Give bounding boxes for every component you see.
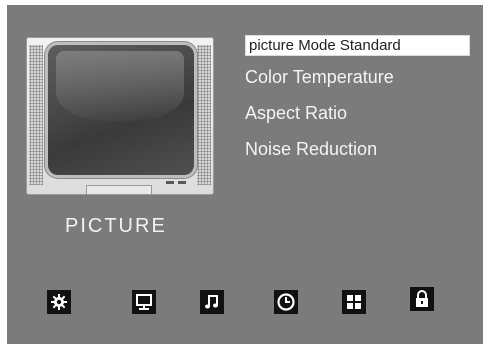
menu-item-noise-reduction[interactable]: Noise Reduction [245,138,377,160]
tv-button [166,181,174,184]
menu-item-color-temperature[interactable]: Color Temperature [245,66,394,88]
menu-item-aspect-ratio[interactable]: Aspect Ratio [245,102,347,124]
osd-screen: PICTURE picture Mode Standard Color Temp… [7,5,483,344]
tv-button [178,181,186,184]
tv-controls [48,180,194,192]
bottom-menu-bar [7,287,483,320]
menu-item-picture-mode[interactable]: picture Mode Standard [245,35,470,56]
grid-icon[interactable] [342,290,366,314]
tv-screen [48,45,194,175]
lock-icon[interactable] [410,287,434,311]
monitor-icon[interactable] [132,290,156,314]
tv-speaker-right [197,45,211,185]
page-title: PICTURE [65,215,167,237]
gear-icon[interactable] [47,290,71,314]
tv-illustration [26,37,214,195]
music-icon[interactable] [200,290,224,314]
tv-speaker-left [29,45,43,185]
clock-icon[interactable] [274,290,298,314]
